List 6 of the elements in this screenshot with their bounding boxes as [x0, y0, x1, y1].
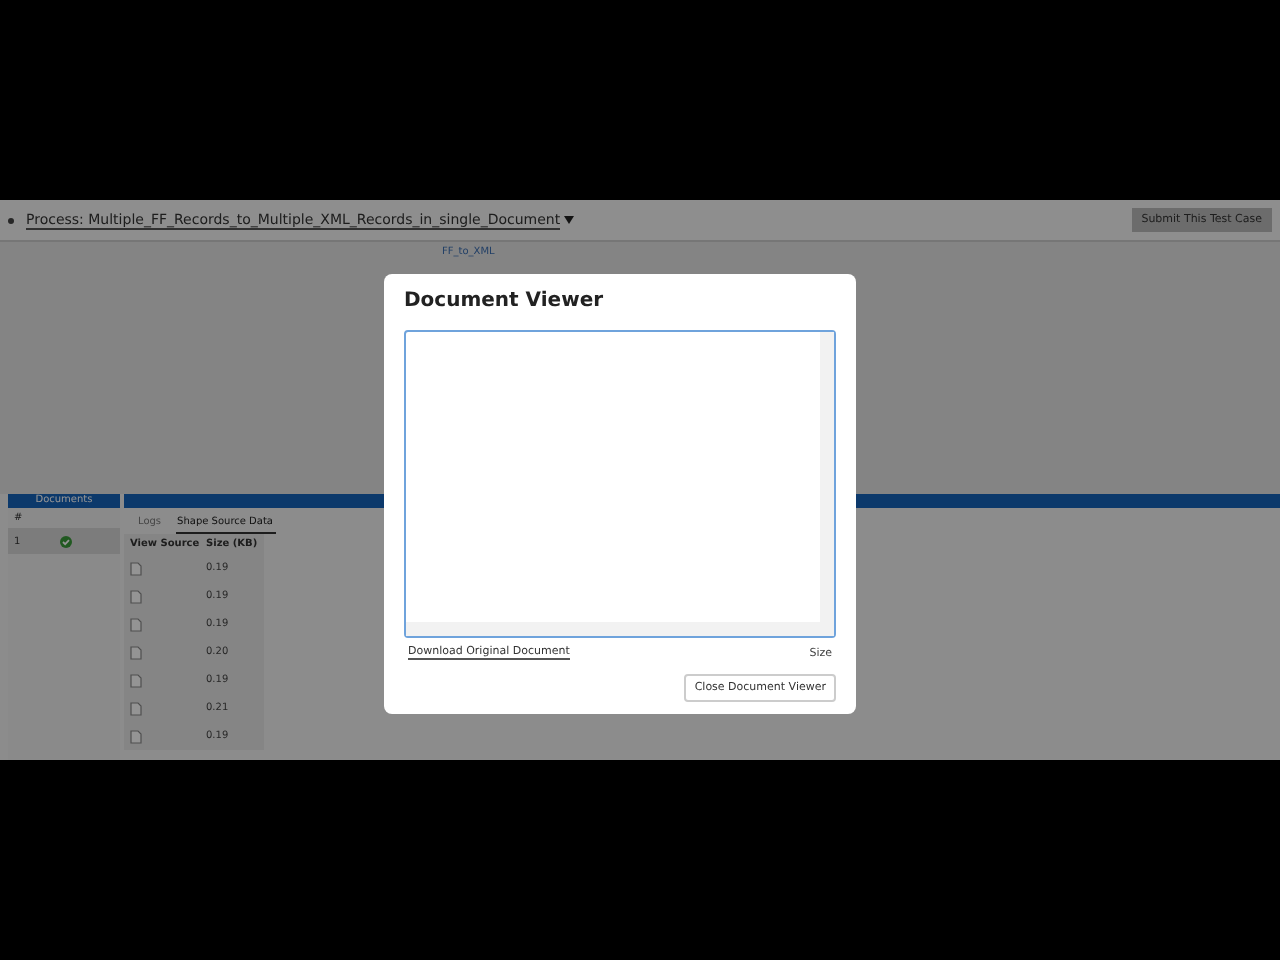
caret-icon[interactable]: [564, 216, 575, 224]
bullet-icon: [8, 217, 14, 223]
document-text-area[interactable]: [404, 330, 836, 638]
dialog-title: Document Viewer: [404, 290, 606, 312]
horizontal-scrollbar[interactable]: [406, 622, 834, 636]
vertical-scrollbar[interactable]: [820, 332, 834, 622]
